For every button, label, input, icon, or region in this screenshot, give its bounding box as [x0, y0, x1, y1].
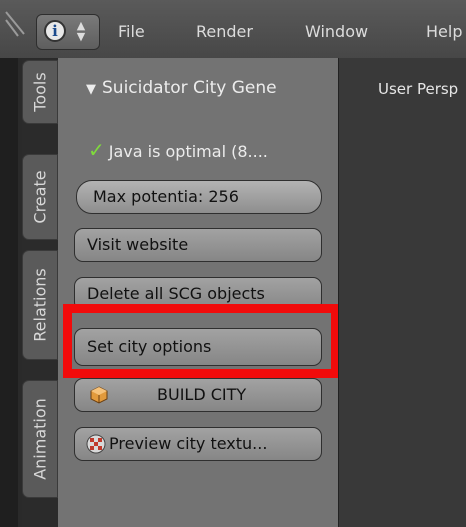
- build-city-button[interactable]: BUILD CITY: [74, 378, 322, 412]
- corner-grip-icon[interactable]: [2, 4, 32, 50]
- tab-strip: [0, 58, 18, 527]
- java-status: ✓ Java is optimal (8....: [88, 138, 268, 162]
- menu-render[interactable]: Render: [196, 22, 253, 41]
- texture-icon: [86, 434, 106, 454]
- visit-website-button[interactable]: Visit website: [74, 228, 322, 262]
- highlight-box: [63, 304, 340, 378]
- viewport-label: User Persp: [378, 80, 459, 98]
- info-icon: i: [44, 20, 66, 42]
- cube-icon: [90, 386, 108, 404]
- editor-type-selector[interactable]: i ▲ ▼: [36, 14, 100, 50]
- 3d-viewport[interactable]: [338, 58, 466, 527]
- panel-header[interactable]: ▼ Suicidator City Gene: [86, 78, 277, 98]
- triangle-down-icon: ▼: [86, 82, 96, 97]
- max-potentia-field[interactable]: Max potentia: 256: [76, 180, 322, 214]
- top-menu-bar: i ▲ ▼ File Render Window Help: [0, 0, 466, 59]
- tab-animation[interactable]: Animation: [22, 380, 58, 498]
- menu-help[interactable]: Help: [426, 22, 462, 41]
- tab-relations[interactable]: Relations: [22, 250, 58, 360]
- check-icon: ✓: [88, 138, 105, 162]
- tab-tools[interactable]: Tools: [22, 60, 58, 124]
- menu-window[interactable]: Window: [305, 22, 368, 41]
- tab-create[interactable]: Create: [22, 154, 58, 240]
- updown-icon: ▲ ▼: [76, 19, 86, 43]
- preview-city-textures-button[interactable]: Preview city textu...: [74, 427, 322, 461]
- menu-file[interactable]: File: [118, 22, 145, 41]
